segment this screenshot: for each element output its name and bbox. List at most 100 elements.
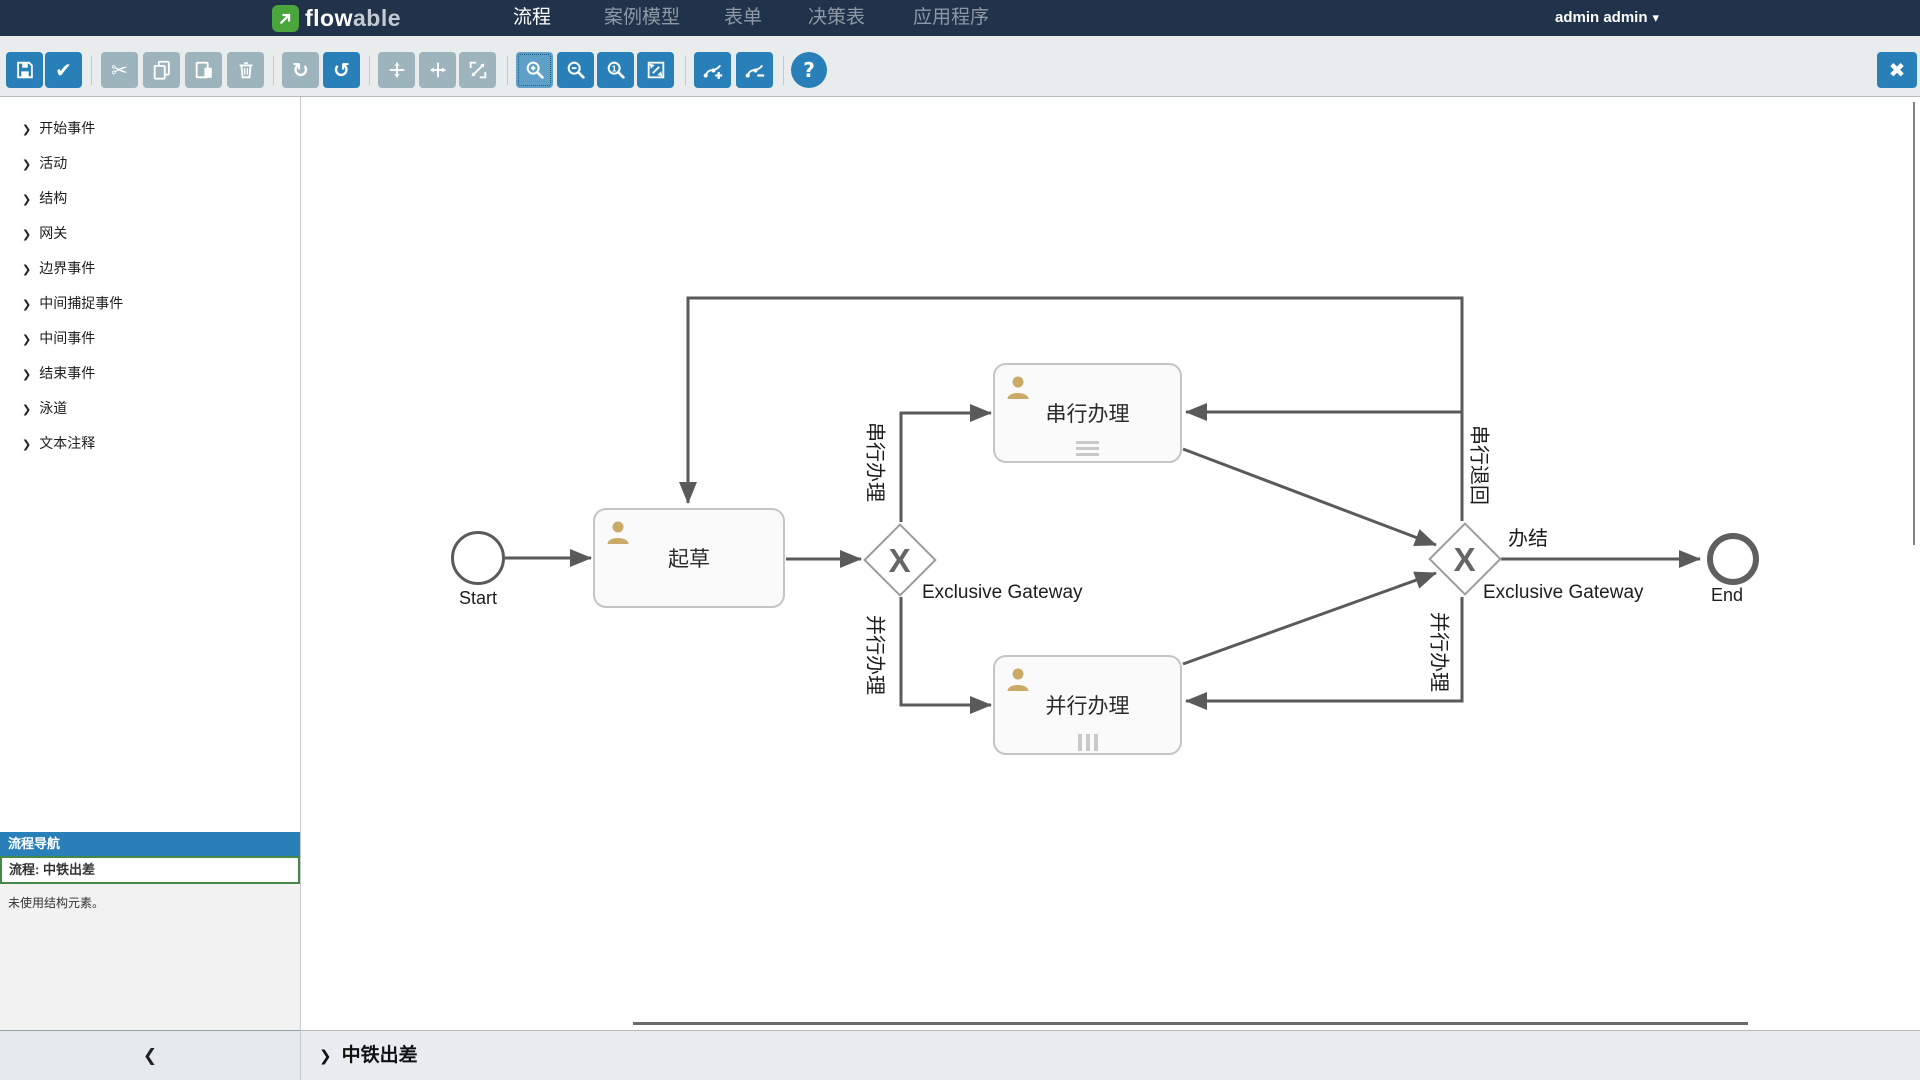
- user-menu[interactable]: admin admin▾: [1555, 0, 1659, 36]
- palette-group-text-annotation[interactable]: ❯ 文本注释: [0, 424, 300, 459]
- task-label: 并行办理: [1046, 690, 1130, 720]
- canvas-horizontal-scrollbar[interactable]: [633, 1022, 1748, 1025]
- svg-text:1: 1: [611, 63, 616, 73]
- flow-label-to-serial: 串行办理: [863, 422, 892, 502]
- align-horizontal-button: [378, 52, 415, 88]
- palette-group-structural[interactable]: ❯ 结构: [0, 179, 300, 214]
- palette-group-start-events[interactable]: ❯ 开始事件: [0, 109, 300, 144]
- end-event-node[interactable]: [1707, 533, 1759, 585]
- zoom-actual-button[interactable]: 1: [597, 52, 634, 88]
- check-icon: ✔: [55, 60, 72, 80]
- palette-group-label: 泳道: [39, 400, 67, 416]
- palette-group-intermediate-events[interactable]: ❯中间事件: [0, 319, 300, 354]
- end-event-label: End: [1687, 585, 1767, 606]
- validate-button[interactable]: ✔: [45, 52, 82, 88]
- chevron-right-icon: ❯: [22, 158, 31, 171]
- palette-group-label: 边界事件: [39, 260, 95, 276]
- process-navigator-title: 流程导航: [0, 832, 300, 856]
- chevron-right-icon: ❯: [22, 263, 31, 276]
- close-icon: ✖: [1889, 60, 1906, 80]
- flowable-logo[interactable]: flowable: [272, 4, 401, 32]
- breadcrumb-process[interactable]: ❯中铁出差: [319, 1031, 418, 1081]
- toolbar-separator: [273, 56, 274, 85]
- chevron-right-icon: ❯: [22, 123, 31, 136]
- nav-tab-processes[interactable]: 流程: [513, 0, 551, 36]
- user-menu-label: admin admin: [1555, 9, 1648, 26]
- palette-footer: ❮: [0, 1030, 300, 1080]
- question-icon: ?: [803, 60, 815, 80]
- gateway-x-icon: X: [889, 543, 911, 576]
- user-icon: [604, 518, 632, 546]
- scissors-icon: ✂: [111, 60, 128, 80]
- editor-toolbar: ✔ ✂ ↻ ↺ 1 ? ✖: [0, 36, 1920, 97]
- gateway-x-icon: X: [1454, 542, 1476, 575]
- user-icon: [1004, 665, 1032, 693]
- toolbar-separator: [685, 56, 686, 85]
- user-icon: [1004, 373, 1032, 401]
- palette-group-label: 开始事件: [39, 120, 95, 136]
- remove-bendpoint-button[interactable]: [736, 52, 773, 88]
- start-event-node[interactable]: [451, 531, 505, 585]
- chevron-right-icon: ❯: [22, 228, 31, 241]
- process-navigator-current[interactable]: 流程: 中铁出差: [0, 856, 300, 884]
- palette-group-boundary-events[interactable]: ❯ 边界事件: [0, 249, 300, 284]
- redo-button: ↻: [282, 52, 319, 88]
- flowable-logo-text: flowable: [305, 5, 401, 32]
- palette-group-activities[interactable]: ❯活动: [0, 144, 300, 179]
- same-size-button: [459, 52, 496, 88]
- flow-label-parallel-return: 并行办理: [1427, 612, 1456, 692]
- chevron-right-icon: ❯: [22, 298, 31, 311]
- nav-tab-apps[interactable]: 应用程序: [913, 0, 989, 36]
- palette-group-label: 文本注释: [39, 435, 95, 451]
- parallel-multi-instance-marker: [1078, 734, 1102, 751]
- process-navigator-hint: 未使用结构元素。: [0, 884, 300, 911]
- palette-group-end-events[interactable]: ❯结束事件: [0, 354, 300, 389]
- close-editor-button[interactable]: ✖: [1877, 52, 1917, 88]
- palette-group-swimlanes[interactable]: ❯ 泳道: [0, 389, 300, 424]
- palette-group-label: 网关: [39, 225, 67, 241]
- align-vertical-button: [419, 52, 456, 88]
- chevron-right-icon: ❯: [319, 1047, 332, 1065]
- chevron-right-icon: ❯: [22, 368, 31, 381]
- sequential-multi-instance-marker: [1076, 441, 1099, 459]
- palette-group-gateways[interactable]: ❯ 网关: [0, 214, 300, 249]
- copy-button: [143, 52, 180, 88]
- chevron-right-icon: ❯: [22, 193, 31, 206]
- chevron-right-icon: ❯: [22, 403, 31, 416]
- canvas-vertical-scrollbar[interactable]: [1913, 102, 1915, 545]
- delete-button: [227, 52, 264, 88]
- flow-label-to-parallel: 并行办理: [863, 615, 892, 695]
- add-bendpoint-button[interactable]: [694, 52, 731, 88]
- top-navbar: flowable 流程 案例模型 表单 决策表 应用程序 admin admin…: [0, 0, 1920, 36]
- palette-group-label: 中间捕捉事件: [39, 295, 123, 311]
- nav-tab-case-models[interactable]: 案例模型: [604, 0, 680, 36]
- help-button[interactable]: ?: [791, 52, 827, 88]
- diagram-canvas[interactable]: [301, 97, 1920, 1030]
- flow-label-serial-return: 串行退回: [1467, 425, 1496, 505]
- collapse-sidebar-button[interactable]: ❮: [143, 1046, 157, 1066]
- palette-group-intermediate-catching-events[interactable]: ❯ 中间捕捉事件: [0, 284, 300, 319]
- task-label: 起草: [668, 543, 710, 573]
- exclusive-gateway-right-label: Exclusive Gateway: [1483, 582, 1644, 604]
- start-event-label: Start: [438, 588, 518, 609]
- redo-icon: ↻: [292, 60, 309, 80]
- zoom-out-button[interactable]: [557, 52, 594, 88]
- flowable-logo-icon: [272, 5, 299, 32]
- task-label: 串行办理: [1046, 398, 1130, 428]
- toolbar-separator: [91, 56, 92, 85]
- nav-tab-forms[interactable]: 表单: [724, 0, 762, 36]
- undo-button[interactable]: ↺: [323, 52, 360, 88]
- chevron-right-icon: ❯: [22, 438, 31, 451]
- palette-group-label: 结构: [39, 190, 67, 206]
- exclusive-gateway-left-label: Exclusive Gateway: [922, 582, 1083, 604]
- zoom-in-button[interactable]: [516, 52, 553, 88]
- toolbar-separator: [369, 56, 370, 85]
- zoom-fit-button[interactable]: [637, 52, 674, 88]
- undo-icon: ↺: [333, 60, 350, 80]
- paste-button: [185, 52, 222, 88]
- nav-tab-decision-tables[interactable]: 决策表: [808, 0, 865, 36]
- cut-button: ✂: [101, 52, 138, 88]
- task-draft[interactable]: 起草: [593, 508, 785, 608]
- palette-group-label: 中间事件: [39, 330, 95, 346]
- save-button[interactable]: [6, 52, 43, 88]
